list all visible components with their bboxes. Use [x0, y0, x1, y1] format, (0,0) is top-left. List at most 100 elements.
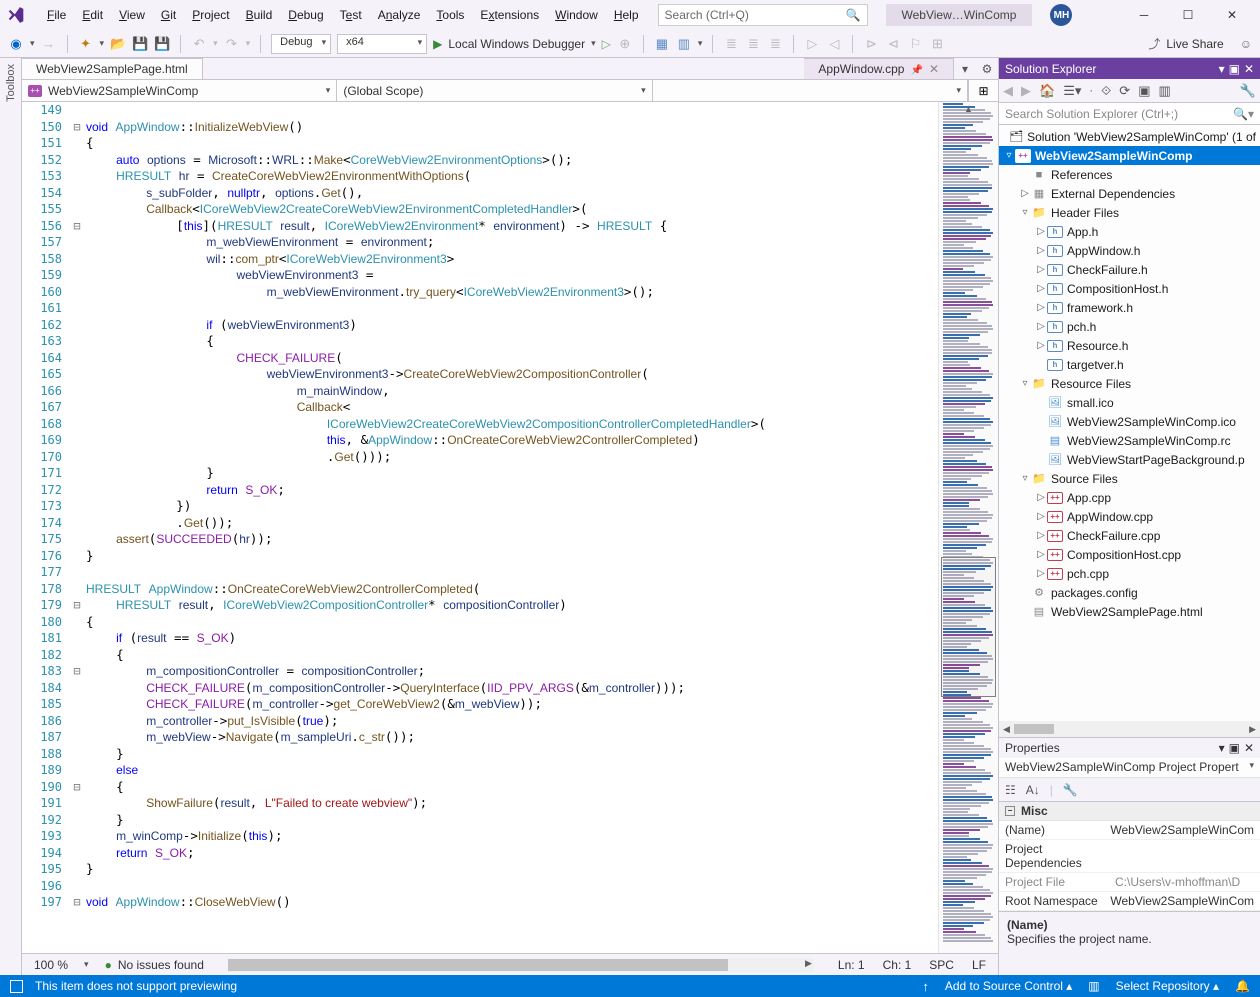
ln-label[interactable]: Ln: 1 — [838, 958, 865, 972]
panel-dropdown-icon[interactable]: ▾ — [1219, 62, 1225, 76]
se-search[interactable]: Search Solution Explorer (Ctrl+;) 🔍▾ — [999, 103, 1260, 125]
split-editor-icon[interactable]: ⊞ — [968, 80, 998, 101]
menu-tools[interactable]: Tools — [429, 4, 471, 26]
code-editor[interactable]: 149 150 151 152 153 154 155 156 157 158 … — [22, 102, 998, 953]
tree-node[interactable]: ▷++pch.cpp — [999, 564, 1260, 583]
open-icon[interactable]: 📂 — [110, 36, 126, 52]
tb-i7[interactable]: ◁ — [826, 36, 842, 52]
tree-node[interactable]: ▤WebView2SamplePage.html — [999, 602, 1260, 621]
tree-node[interactable]: ▷++AppWindow.cpp — [999, 507, 1260, 526]
minimap[interactable]: ▲ — [938, 102, 998, 953]
tree-node[interactable]: 🖼WebViewStartPageBackground.p — [999, 450, 1260, 469]
add-source-control[interactable]: Add to Source Control ▴ — [945, 979, 1072, 993]
tree-node[interactable]: ▷++App.cpp — [999, 488, 1260, 507]
menu-extensions[interactable]: Extensions — [473, 4, 546, 26]
pin-icon[interactable]: 📌 — [910, 65, 922, 76]
tree-node[interactable]: 🖼small.ico — [999, 393, 1260, 412]
se-collapse-icon[interactable]: ▣ — [1138, 83, 1150, 99]
start-nodebug-icon[interactable]: ▷ — [602, 37, 611, 51]
redo-icon[interactable]: ↷ — [224, 36, 240, 52]
se-hscroll[interactable]: ◀ ▶ — [999, 721, 1260, 737]
menu-window[interactable]: Window — [548, 4, 605, 26]
notifications-icon[interactable]: 🔔 — [1235, 979, 1250, 993]
tree-node[interactable]: ▿📁Source Files — [999, 469, 1260, 488]
props-alpha-icon[interactable]: A↓ — [1026, 783, 1040, 797]
menu-analyze[interactable]: Analyze — [371, 4, 428, 26]
tree-node[interactable]: ▿📁Header Files — [999, 203, 1260, 222]
menu-project[interactable]: Project — [185, 4, 236, 26]
feedback-icon[interactable]: ☺ — [1240, 37, 1252, 51]
repo-icon[interactable]: ▥ — [1088, 979, 1099, 993]
status-icon[interactable] — [10, 980, 23, 993]
tb-i5[interactable]: ≣ — [767, 36, 783, 52]
tree-node[interactable]: ▷++CheckFailure.cpp — [999, 526, 1260, 545]
undo-icon[interactable]: ↶ — [191, 36, 207, 52]
menu-build[interactable]: Build — [239, 4, 280, 26]
debugger-label[interactable]: Local Windows Debugger — [448, 37, 585, 51]
solution-node[interactable]: 🗂Solution 'WebView2SampleWinComp' (1 of — [999, 127, 1260, 146]
spc-label[interactable]: SPC — [929, 958, 954, 972]
tb-i8[interactable]: ⊳ — [863, 36, 879, 52]
save-icon[interactable]: 💾 — [132, 36, 148, 52]
ch-label[interactable]: Ch: 1 — [883, 958, 912, 972]
maximize-button[interactable]: ☐ — [1166, 1, 1210, 29]
se-switch-icon[interactable]: ☰▾ — [1063, 83, 1081, 99]
config-combo[interactable]: Debug — [271, 34, 331, 54]
project-node[interactable]: ▿++WebView2SampleWinComp — [999, 146, 1260, 165]
props-wrench-icon[interactable]: 🔧 — [1063, 783, 1078, 797]
tab-html[interactable]: WebView2SamplePage.html — [22, 58, 203, 79]
menu-view[interactable]: View — [112, 4, 152, 26]
minimap-viewport[interactable] — [941, 557, 996, 697]
tree-node[interactable]: ▷hResource.h — [999, 336, 1260, 355]
se-fwd-icon[interactable]: ▶ — [1021, 83, 1031, 99]
props-dropdown-icon[interactable]: ▾ — [1219, 741, 1225, 755]
tab-cpp[interactable]: AppWindow.cpp📌✕ — [804, 58, 954, 79]
live-share-icon[interactable]: ⤴ — [1148, 35, 1160, 52]
tree-node[interactable]: htargetver.h — [999, 355, 1260, 374]
new-project-icon[interactable]: ✦ — [78, 36, 94, 52]
tree-node[interactable]: ⚙packages.config — [999, 583, 1260, 602]
user-avatar[interactable]: MH — [1050, 4, 1072, 26]
save-all-icon[interactable]: 💾 — [154, 36, 170, 52]
menu-file[interactable]: File — [40, 4, 73, 26]
tree-node[interactable]: ■References — [999, 165, 1260, 184]
horizontal-scrollbar[interactable]: ◀ ▶ — [228, 958, 814, 972]
tree-node[interactable]: 🖼WebView2SampleWinComp.ico — [999, 412, 1260, 431]
tabs-gear-icon[interactable]: ⚙ — [976, 58, 998, 79]
nav-project[interactable]: ++WebView2SampleWinComp — [22, 80, 337, 101]
tree-node[interactable]: ▷hApp.h — [999, 222, 1260, 241]
close-button[interactable]: ✕ — [1210, 1, 1254, 29]
quick-search[interactable]: Search (Ctrl+Q) 🔍 — [658, 4, 868, 26]
nav-scope[interactable]: (Global Scope) — [337, 80, 652, 101]
props-categorized-icon[interactable]: ☷ — [1005, 783, 1016, 797]
menu-test[interactable]: Test — [333, 4, 369, 26]
menu-git[interactable]: Git — [154, 4, 183, 26]
issues-label[interactable]: No issues found — [118, 958, 204, 972]
minimize-button[interactable]: ─ — [1122, 1, 1166, 29]
toolbox-strip[interactable]: Toolbox — [0, 58, 22, 975]
panel-close-icon[interactable]: ✕ — [1244, 62, 1254, 76]
fold-column[interactable]: ⊟ ⊟ ⊟ ⊟ ⊟ ⊟ — [70, 102, 84, 953]
tb-i3[interactable]: ≣ — [723, 36, 739, 52]
zoom-label[interactable]: 100 % — [34, 958, 68, 972]
tb-i9[interactable]: ⊲ — [885, 36, 901, 52]
source-control-icon[interactable]: ↑ — [922, 979, 929, 994]
tree-node[interactable]: ▷hCompositionHost.h — [999, 279, 1260, 298]
tb-i1[interactable]: ▦ — [654, 36, 670, 52]
tree-node[interactable]: ▷hAppWindow.h — [999, 241, 1260, 260]
lf-label[interactable]: LF — [972, 958, 986, 972]
tab-close-icon[interactable]: ✕ — [929, 62, 939, 76]
props-close-icon[interactable]: ✕ — [1244, 741, 1254, 755]
se-showall-icon[interactable]: ▥ — [1159, 83, 1171, 99]
tb-i4[interactable]: ≣ — [745, 36, 761, 52]
se-back-icon[interactable]: ◀ — [1003, 83, 1013, 99]
platform-combo[interactable]: x64 — [337, 34, 427, 54]
panel-pin-icon[interactable]: ▣ — [1229, 62, 1240, 76]
tb-i2[interactable]: ▥ — [676, 36, 692, 52]
select-repository[interactable]: Select Repository ▴ — [1116, 979, 1219, 993]
se-sync-icon[interactable]: ⟐ — [1101, 83, 1111, 99]
live-share-label[interactable]: Live Share — [1166, 37, 1223, 51]
nav-back-icon[interactable]: ◉ — [8, 36, 24, 52]
menu-help[interactable]: Help — [607, 4, 646, 26]
tree-node[interactable]: ▷hCheckFailure.h — [999, 260, 1260, 279]
